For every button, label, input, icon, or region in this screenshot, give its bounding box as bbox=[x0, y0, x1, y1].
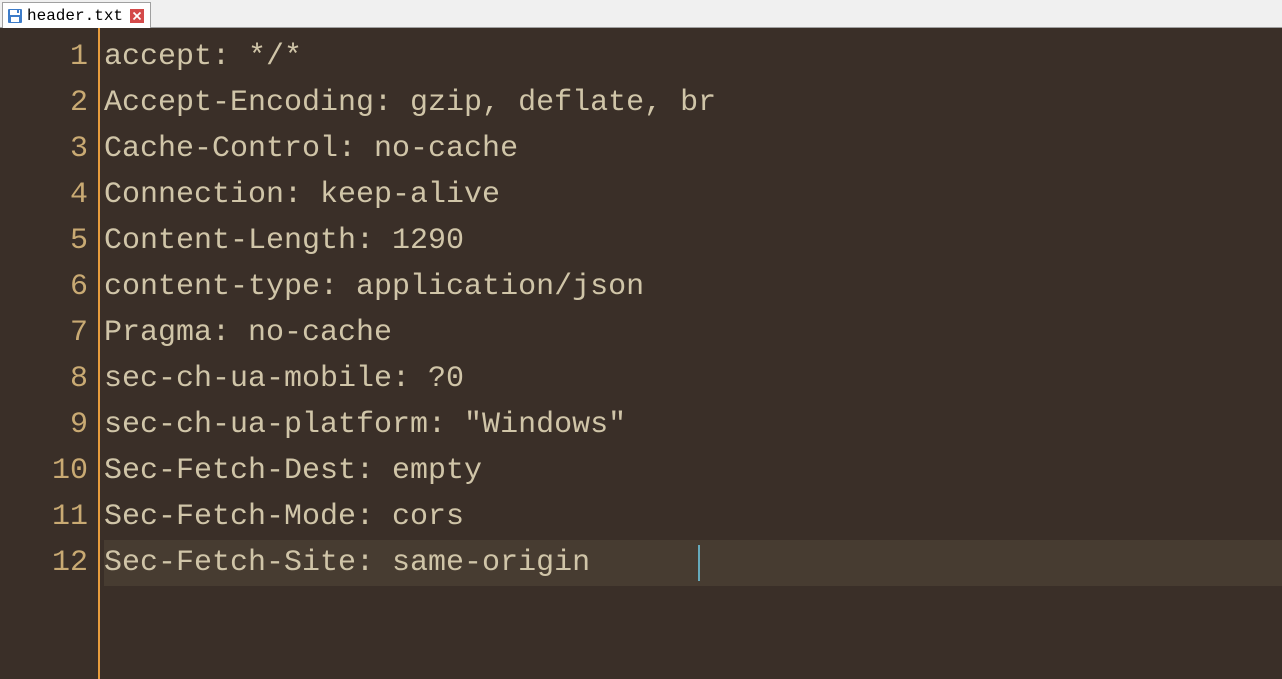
line-number: 1 bbox=[70, 34, 88, 80]
text-cursor bbox=[698, 545, 700, 581]
line-number: 6 bbox=[70, 264, 88, 310]
line-number: 7 bbox=[70, 310, 88, 356]
code-line[interactable]: Accept-Encoding: gzip, deflate, br bbox=[104, 80, 1282, 126]
code-line[interactable]: sec-ch-ua-mobile: ?0 bbox=[104, 356, 1282, 402]
code-line[interactable]: content-type: application/json bbox=[104, 264, 1282, 310]
code-line[interactable]: Sec-Fetch-Site: same-origin bbox=[104, 540, 1282, 586]
tab-close-button[interactable] bbox=[130, 9, 144, 23]
tab-bar: header.txt bbox=[0, 0, 1282, 28]
code-line[interactable]: Cache-Control: no-cache bbox=[104, 126, 1282, 172]
line-number: 11 bbox=[52, 494, 88, 540]
editor: 123456789101112 accept: */*Accept-Encodi… bbox=[0, 28, 1282, 679]
tab-header-txt[interactable]: header.txt bbox=[2, 2, 151, 28]
code-line[interactable]: accept: */* bbox=[104, 34, 1282, 80]
code-line[interactable]: Pragma: no-cache bbox=[104, 310, 1282, 356]
tab-filename: header.txt bbox=[27, 7, 123, 25]
line-number: 4 bbox=[70, 172, 88, 218]
line-number: 12 bbox=[52, 540, 88, 586]
line-number: 5 bbox=[70, 218, 88, 264]
code-line[interactable]: Sec-Fetch-Mode: cors bbox=[104, 494, 1282, 540]
line-number: 2 bbox=[70, 80, 88, 126]
line-number-gutter: 123456789101112 bbox=[0, 28, 100, 679]
code-line[interactable]: Sec-Fetch-Dest: empty bbox=[104, 448, 1282, 494]
line-number: 3 bbox=[70, 126, 88, 172]
line-number: 10 bbox=[52, 448, 88, 494]
save-icon bbox=[7, 8, 23, 24]
line-number: 9 bbox=[70, 402, 88, 448]
line-number: 8 bbox=[70, 356, 88, 402]
code-line[interactable]: sec-ch-ua-platform: "Windows" bbox=[104, 402, 1282, 448]
code-line[interactable]: Connection: keep-alive bbox=[104, 172, 1282, 218]
editor-content[interactable]: accept: */*Accept-Encoding: gzip, deflat… bbox=[100, 28, 1282, 679]
code-line[interactable]: Content-Length: 1290 bbox=[104, 218, 1282, 264]
